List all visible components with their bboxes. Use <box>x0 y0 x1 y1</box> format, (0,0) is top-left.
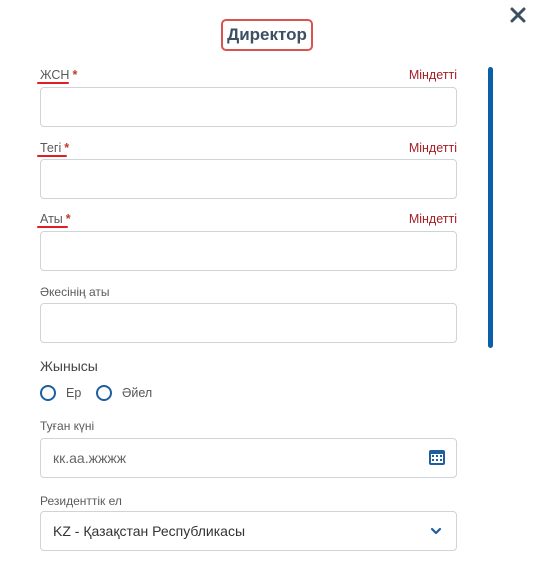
required-star: * <box>65 212 71 226</box>
iin-label-text: ЖСН <box>40 68 70 82</box>
gender-radio-male[interactable]: Ер <box>40 383 81 403</box>
iin-required-hint: Міндетті <box>408 68 457 82</box>
name-label-text: Аты <box>40 212 63 226</box>
calendar-icon[interactable] <box>428 448 446 466</box>
required-star: * <box>72 68 78 82</box>
surname-input[interactable] <box>40 159 457 199</box>
annotation-underline <box>37 82 69 84</box>
radio-circle[interactable] <box>96 385 112 401</box>
surname-required-hint: Міндетті <box>408 141 457 155</box>
iin-input[interactable] <box>40 87 457 127</box>
birth-date-input[interactable] <box>40 438 457 478</box>
name-label: Аты * <box>40 212 71 226</box>
residence-selected-value: KZ - Қазақстан Республикасы <box>53 523 246 539</box>
iin-label: ЖСН * <box>40 68 77 82</box>
required-star: * <box>64 141 70 155</box>
close-icon <box>510 7 526 23</box>
gender-radio-female[interactable]: Әйел <box>96 383 152 403</box>
patronymic-label: Әкесінің аты <box>40 285 110 299</box>
residence-label: Резиденттік ел <box>40 494 122 508</box>
gender-label: Жынысы <box>40 358 98 374</box>
scrollbar[interactable] <box>488 67 493 348</box>
patronymic-input[interactable] <box>40 303 457 343</box>
gender-option-label: Әйел <box>122 386 153 400</box>
director-form-dialog: Директор ЖСН * Міндетті Тегі * Міндетті Ат… <box>0 0 539 564</box>
surname-label: Тегі * <box>40 141 69 155</box>
dialog-title: Директор <box>221 19 313 51</box>
name-required-hint: Міндетті <box>408 212 457 226</box>
close-button[interactable] <box>503 0 533 30</box>
gender-option-label: Ер <box>66 386 82 400</box>
radio-circle[interactable] <box>40 385 56 401</box>
birth-date-label: Туған күні <box>40 419 95 433</box>
name-input[interactable] <box>40 231 457 271</box>
chevron-down-icon <box>430 527 442 535</box>
annotation-underline <box>37 226 68 228</box>
surname-label-text: Тегі <box>40 141 62 155</box>
annotation-underline <box>37 155 67 157</box>
residence-select[interactable]: KZ - Қазақстан Республикасы <box>40 511 457 551</box>
